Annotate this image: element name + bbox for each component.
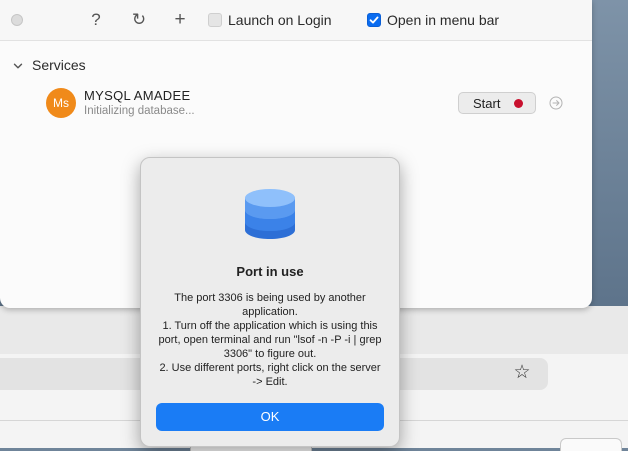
launch-on-login-label[interactable]: Launch on Login — [228, 12, 332, 28]
bookmark-star-icon: ☆ — [513, 362, 531, 383]
start-button-label: Start — [473, 96, 501, 111]
port-in-use-dialog: Port in use The port 3306 is being used … — [140, 157, 400, 447]
help-icon[interactable]: ? — [85, 8, 107, 32]
launch-on-login-checkbox[interactable] — [208, 13, 222, 27]
refresh-icon[interactable]: ↻ — [128, 8, 150, 32]
dialog-message: The port 3306 is being used by another a… — [158, 292, 382, 388]
service-status: Initializing database... — [84, 105, 195, 117]
ok-button[interactable]: OK — [156, 403, 384, 431]
chevron-down-icon[interactable] — [12, 60, 24, 72]
service-avatar: Ms — [46, 88, 76, 118]
window-toolbar: ? ↻ + Launch on Login Open in menu bar — [0, 0, 592, 41]
open-details-arrow-icon[interactable] — [549, 96, 563, 110]
open-in-menu-bar-label[interactable]: Open in menu bar — [387, 12, 499, 28]
status-indicator-dot — [514, 99, 523, 108]
dialog-title: Port in use — [236, 264, 304, 279]
service-name: MYSQL AMADEE — [84, 88, 191, 103]
checkmark-icon — [369, 16, 379, 24]
services-section-title: Services — [32, 57, 86, 73]
add-icon[interactable]: + — [169, 8, 191, 32]
background-tab — [560, 438, 622, 451]
database-icon — [245, 189, 295, 239]
start-button[interactable]: Start — [458, 92, 536, 114]
open-in-menu-bar-checkbox[interactable] — [367, 13, 381, 27]
window-close-button[interactable] — [11, 14, 23, 26]
